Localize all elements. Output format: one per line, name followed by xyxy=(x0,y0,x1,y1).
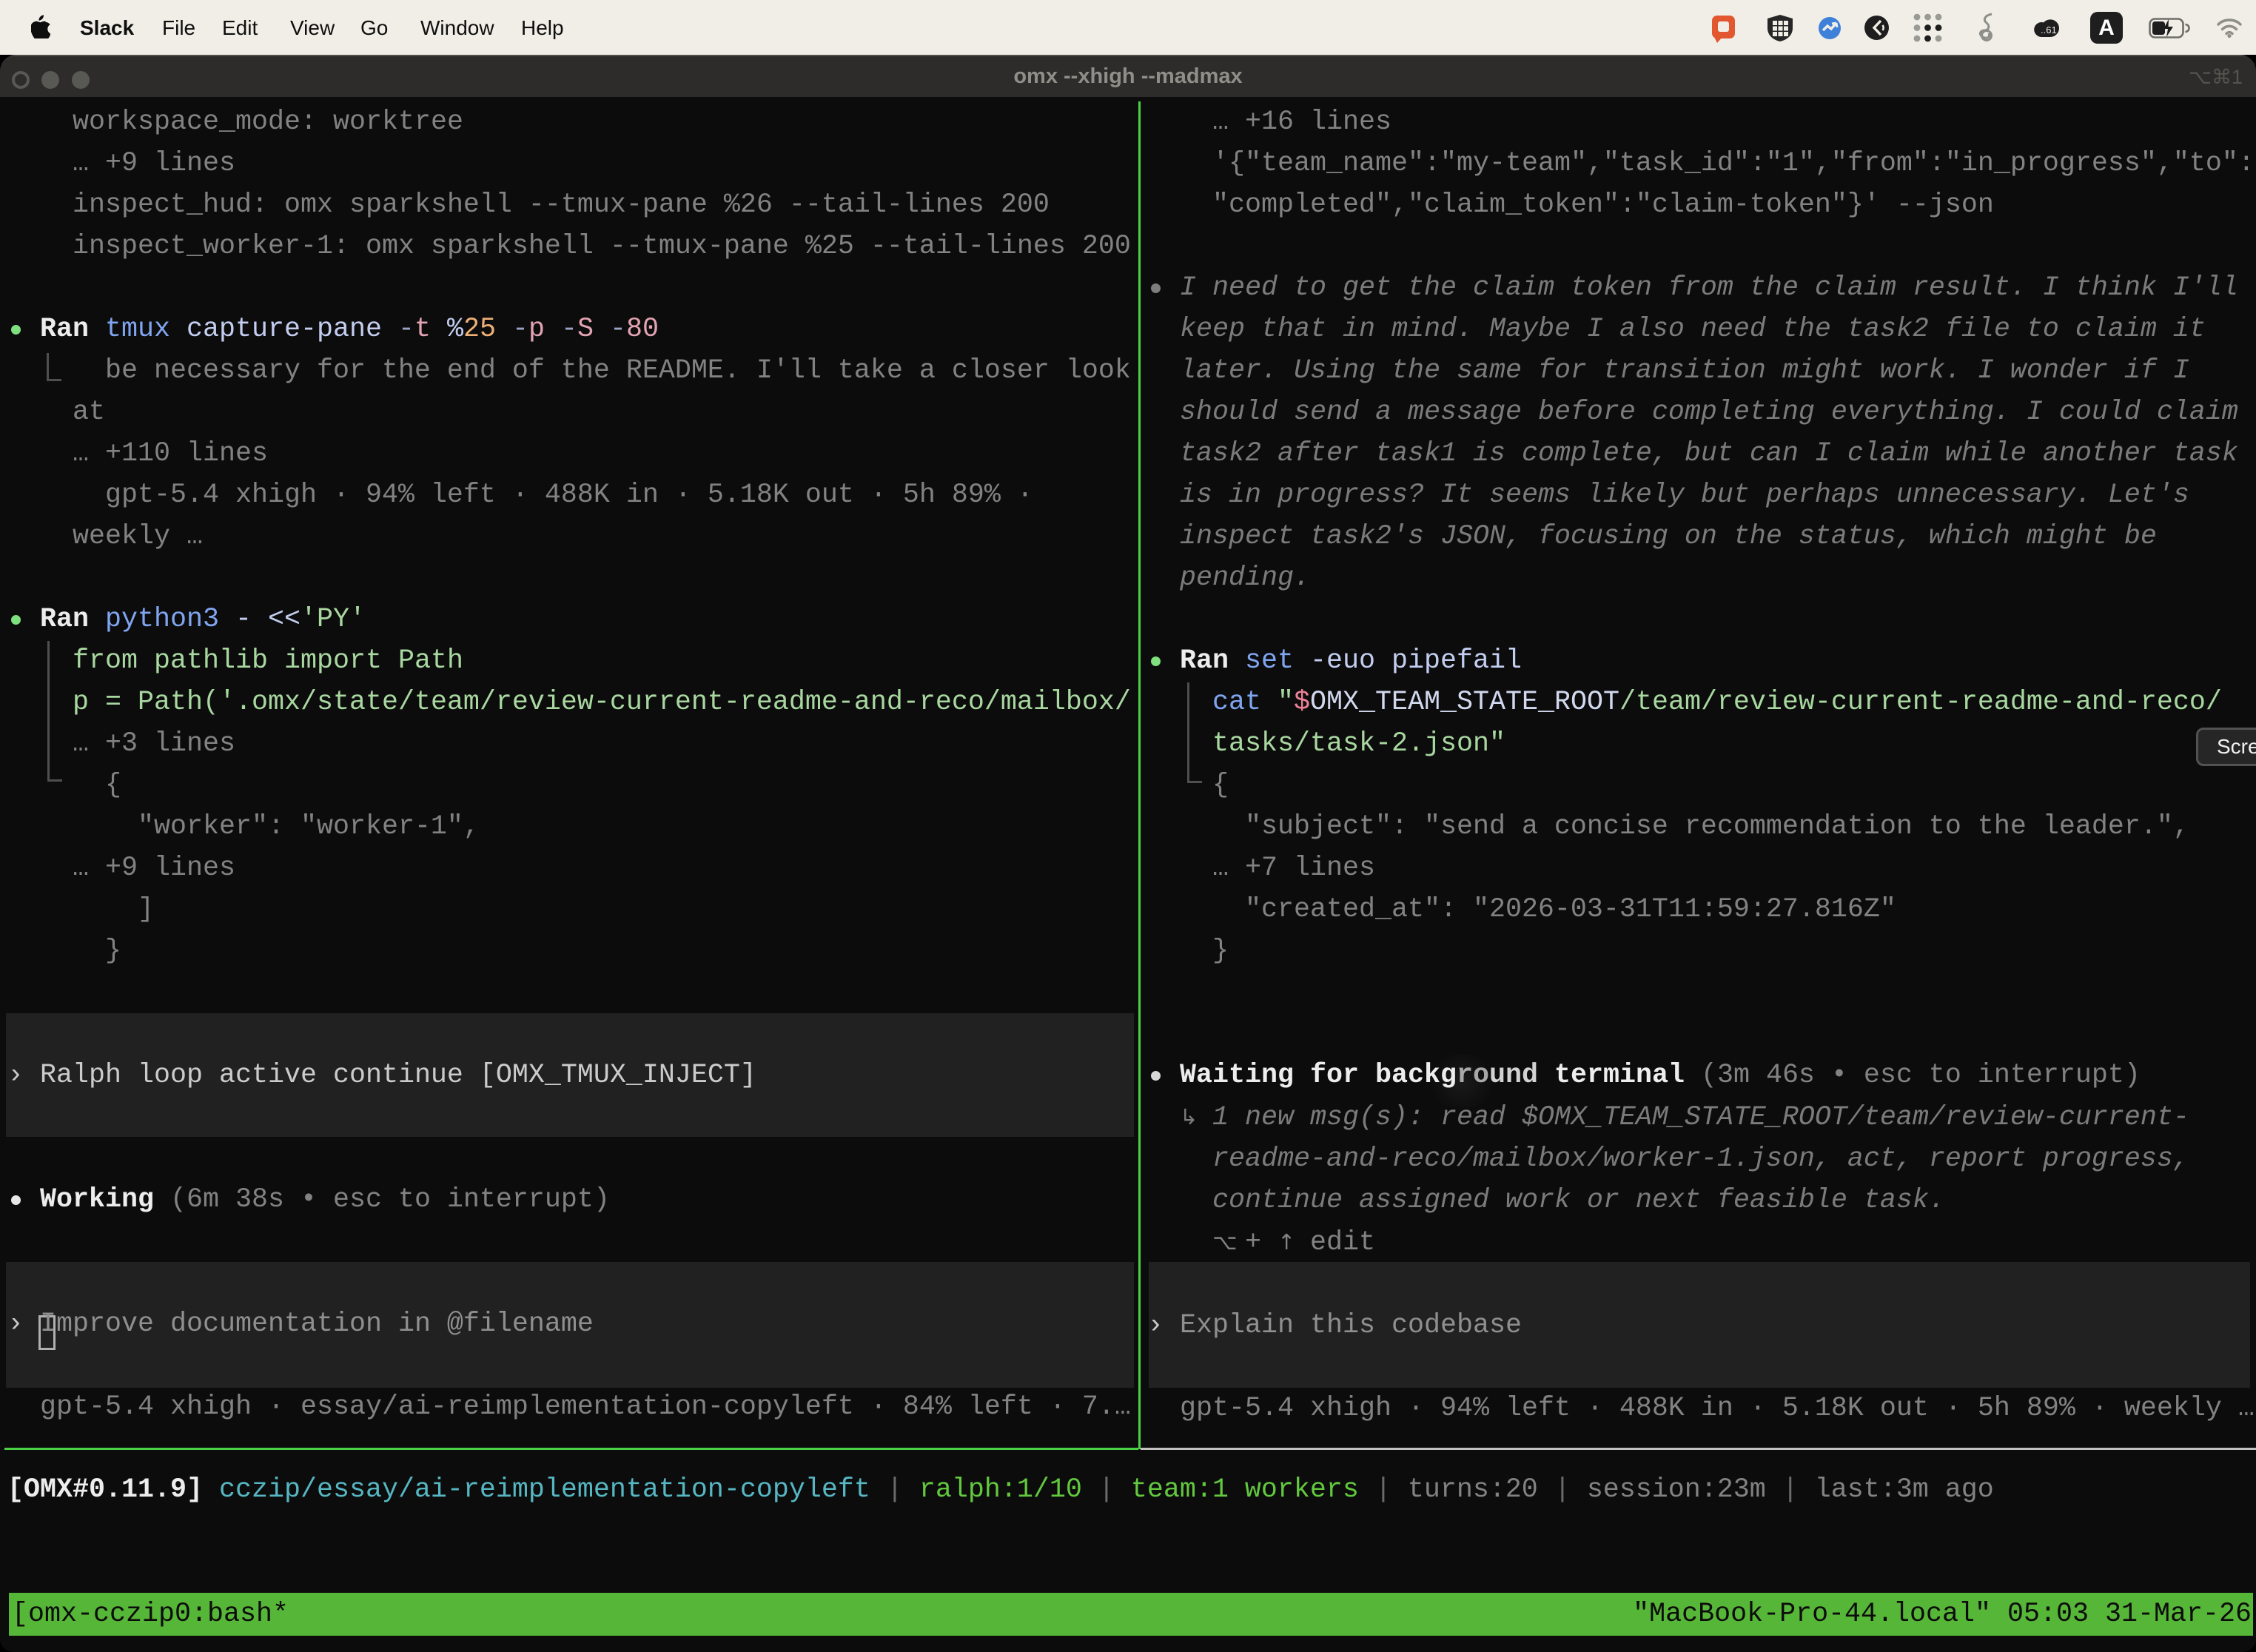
svg-text:..61: ..61 xyxy=(2041,24,2057,36)
